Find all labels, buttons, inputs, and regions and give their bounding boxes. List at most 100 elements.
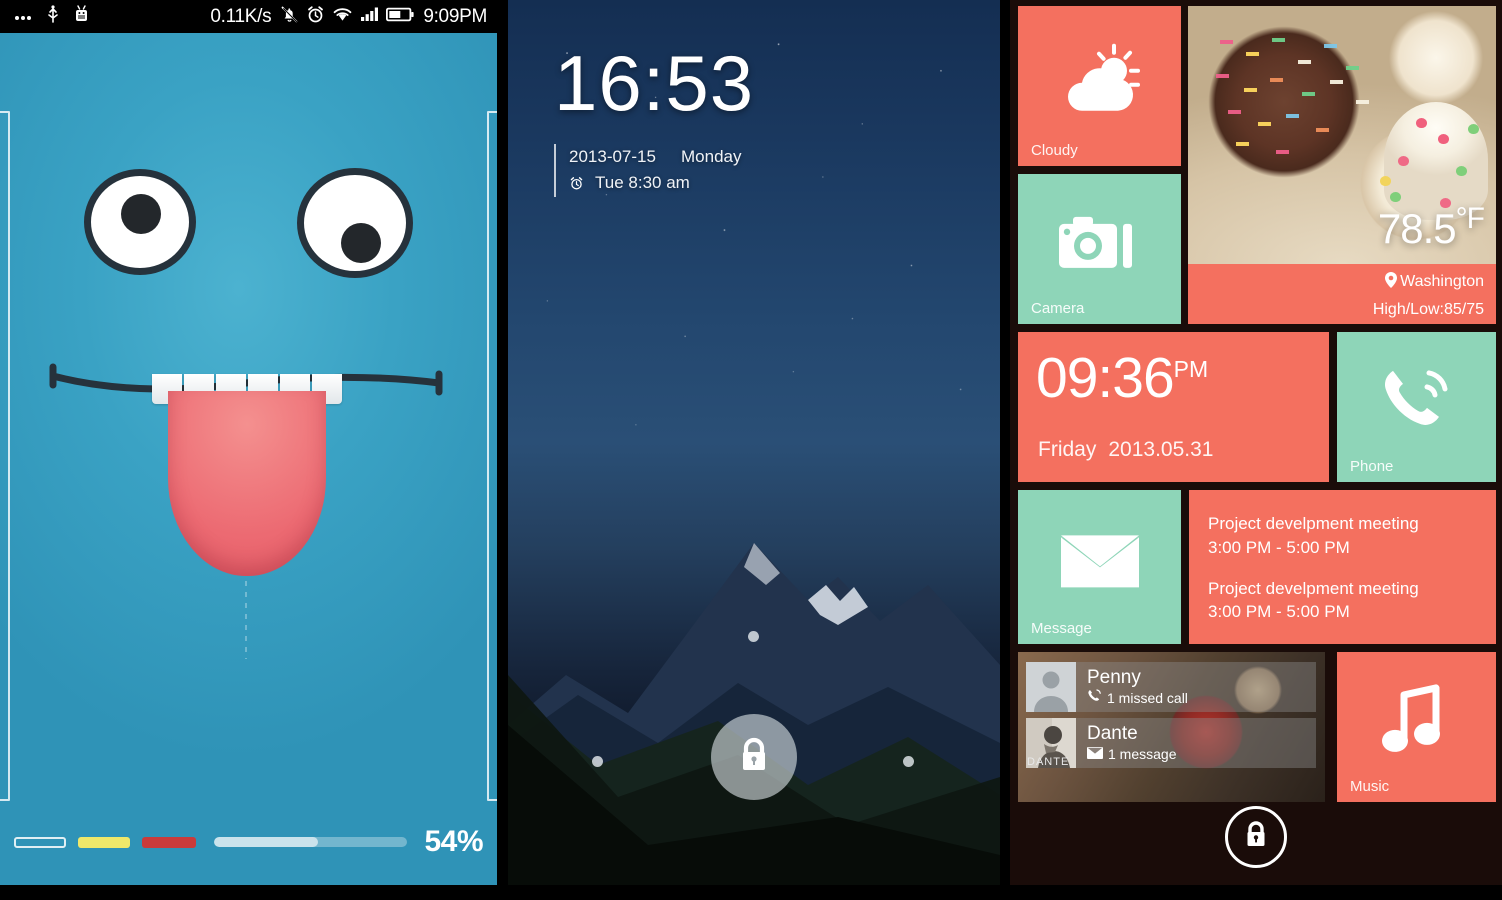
android-robot-icon: [74, 5, 89, 28]
battery-icon: [386, 7, 414, 27]
candy: [1416, 118, 1427, 128]
tile-weather[interactable]: 78.5°F Washington High/Low:85/75: [1188, 6, 1496, 324]
phone-ringing-icon: [1337, 363, 1496, 439]
sprinkles-decoration: [1206, 30, 1396, 166]
tongue-icon: [168, 391, 326, 576]
avatar-name-tag: DANTE: [1027, 756, 1070, 768]
hint-dot-top[interactable]: [748, 631, 759, 642]
clock-weekday: Monday: [681, 147, 742, 166]
candy: [1438, 134, 1449, 144]
candy: [1390, 192, 1401, 202]
envelope-icon: [1087, 746, 1103, 762]
clock-tile-hhmm: 09:36: [1036, 346, 1175, 410]
battery-percent-label: 54%: [424, 825, 483, 858]
status-bar-left: [0, 5, 89, 28]
contact-row-dante[interactable]: DANTE Dante 1 message: [1026, 718, 1316, 768]
eye-icon-left: [84, 169, 196, 275]
more-dots-icon: [14, 8, 32, 26]
cell-signal-icon: [360, 6, 379, 27]
tile-label-cloudy: Cloudy: [1031, 142, 1078, 159]
pupil-right: [341, 223, 381, 263]
monster-bottom-bar: 54%: [0, 825, 497, 859]
weather-location: Washington: [1400, 273, 1484, 290]
monster-lockscreen-panel: 0.11K/s 9:09PM 54%: [0, 0, 497, 885]
alarm-row: Tue 8:30 am: [569, 170, 754, 196]
tile-message[interactable]: Message: [1018, 490, 1181, 644]
eye-icon-right: [297, 168, 413, 278]
pupil-left: [121, 194, 161, 234]
alarm-clock-icon: [306, 5, 325, 29]
battery-progress-fill: [214, 837, 319, 847]
tile-camera[interactable]: Camera: [1018, 174, 1181, 324]
tile-clock[interactable]: 09:36PM Friday 2013.05.31: [1018, 332, 1329, 482]
weather-temperature: 78.5°F: [1377, 202, 1485, 253]
tile-contacts[interactable]: Penny 1 missed call DANTE Dante 1 messag…: [1018, 652, 1325, 802]
clock-tile-datestring: 2013.05.31: [1108, 438, 1214, 461]
candy: [1380, 176, 1391, 186]
candy: [1398, 156, 1409, 166]
sun-cloud-icon: [1018, 41, 1181, 119]
battery-progress-track[interactable]: [214, 837, 407, 847]
monster-face: [0, 33, 497, 885]
alarm-clock-icon: [569, 176, 584, 191]
unlock-button[interactable]: [1225, 806, 1287, 868]
date-row: 2013-07-15 Monday: [569, 144, 754, 170]
envelope-icon: [1018, 533, 1181, 591]
contact-name: Penny: [1087, 666, 1141, 688]
music-note-icon: [1337, 683, 1496, 759]
tile-label-camera: Camera: [1031, 300, 1085, 317]
usb-icon: [46, 5, 60, 28]
contact-meta-text: 1 message: [1108, 745, 1177, 762]
clock-tile-time: 09:36PM: [1036, 350, 1208, 407]
event-time: 3:00 PM - 5:00 PM: [1208, 537, 1350, 557]
tile-calendar[interactable]: Project develpment meeting 3:00 PM - 5:0…: [1189, 490, 1496, 644]
mountain-silhouette: [508, 543, 1000, 885]
tile-label-music: Music: [1350, 778, 1390, 795]
status-bar-right: 0.11K/s 9:09PM: [210, 5, 497, 29]
temperature-value: 78.5: [1377, 205, 1457, 252]
wifi-icon: [332, 6, 353, 28]
camera-icon: [1018, 212, 1181, 276]
avatar: DANTE: [1026, 718, 1076, 768]
status-bar: 0.11K/s 9:09PM: [0, 0, 497, 33]
calendar-event[interactable]: Project develpment meeting 3:00 PM - 5:0…: [1208, 512, 1496, 560]
contact-row-penny[interactable]: Penny 1 missed call: [1026, 662, 1316, 712]
lock-icon: [1242, 819, 1270, 855]
weather-location-row: Washington: [1188, 269, 1484, 297]
contact-meta: 1 missed call: [1087, 689, 1188, 706]
contact-info: Dante 1 message: [1076, 724, 1176, 762]
outline-chip[interactable]: [14, 836, 66, 848]
hint-dot-left[interactable]: [592, 756, 603, 767]
contact-meta-text: 1 missed call: [1107, 689, 1188, 706]
clock-tile-weekday: Friday: [1038, 438, 1097, 461]
clock-details: 2013-07-15 Monday Tue 8:30 am: [554, 144, 754, 197]
missed-call-icon: [1087, 689, 1102, 706]
tile-cloudy[interactable]: Cloudy: [1018, 6, 1181, 166]
clock-date: 2013-07-15: [569, 147, 656, 166]
red-chip[interactable]: [142, 836, 196, 848]
tile-label-phone: Phone: [1350, 458, 1394, 475]
hint-dot-right[interactable]: [903, 756, 914, 767]
contact-meta: 1 message: [1087, 746, 1176, 762]
candy: [1468, 124, 1479, 134]
alarm-text: Tue 8:30 am: [595, 173, 690, 193]
clock-tile-ampm: PM: [1173, 356, 1209, 382]
status-bar-clock: 9:09PM: [423, 5, 487, 27]
tile-phone[interactable]: Phone: [1337, 332, 1496, 482]
drip-line: [245, 581, 247, 659]
clock-time: 16:53: [554, 39, 755, 127]
location-pin-icon: [1385, 271, 1398, 297]
screenshot-root: 0.11K/s 9:09PM 54% 16:53 2013-07-15 Mond…: [0, 0, 1502, 900]
clock-tile-date: Friday 2013.05.31: [1038, 438, 1213, 462]
calendar-event-list: Project develpment meeting 3:00 PM - 5:0…: [1189, 490, 1496, 624]
calendar-event[interactable]: Project develpment meeting 3:00 PM - 5:0…: [1208, 577, 1496, 625]
contact-name: Dante: [1087, 723, 1138, 745]
avatar: [1026, 662, 1076, 712]
event-title: Project develpment meeting: [1208, 578, 1419, 598]
event-title: Project develpment meeting: [1208, 514, 1419, 533]
unlock-button[interactable]: [711, 714, 797, 800]
mountain-lockscreen-panel: 16:53 2013-07-15 Monday Tue 8:30 am: [508, 0, 1000, 885]
yellow-chip[interactable]: [78, 836, 130, 848]
tile-music[interactable]: Music: [1337, 652, 1496, 802]
network-speed: 0.11K/s: [210, 5, 272, 27]
